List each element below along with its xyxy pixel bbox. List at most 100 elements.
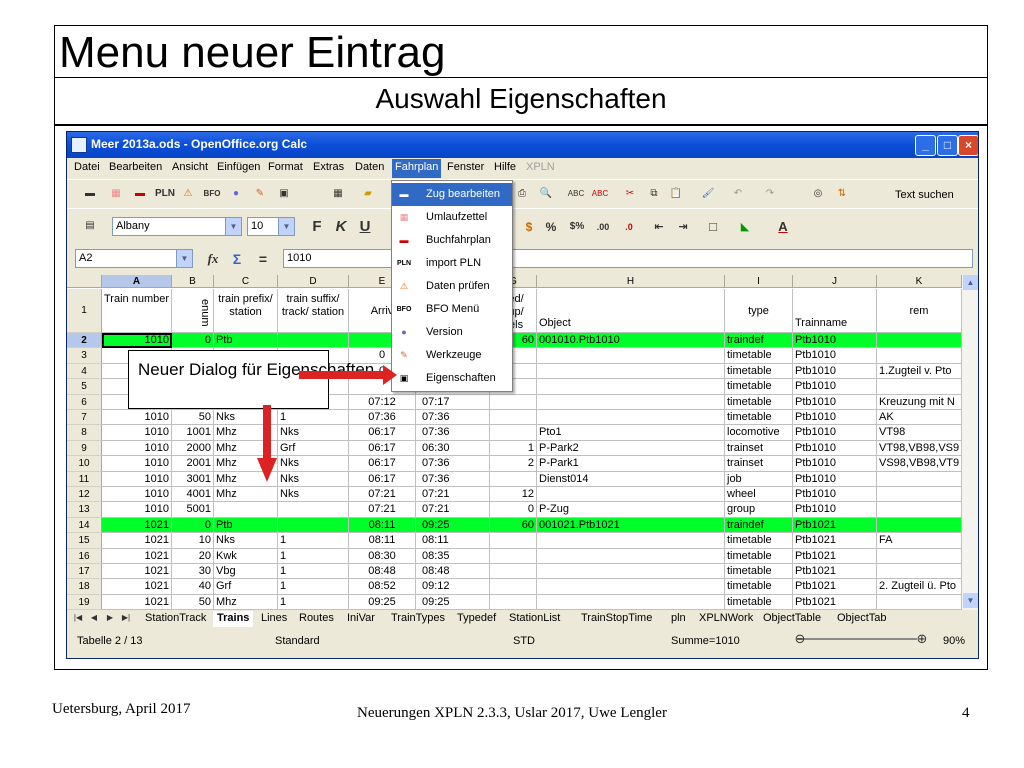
sheet-icon[interactable]: ▦: [107, 185, 125, 203]
table-cell[interactable]: 1021: [102, 517, 172, 534]
table-cell[interactable]: timetable: [725, 548, 793, 564]
table-cell[interactable]: [877, 564, 962, 580]
table-cell[interactable]: [537, 410, 725, 426]
sheet-tab[interactable]: ObjectTab: [833, 611, 891, 627]
table-cell[interactable]: [214, 502, 278, 518]
table-cell[interactable]: trainset: [725, 456, 793, 472]
table-cell[interactable]: [537, 379, 725, 395]
formula-input[interactable]: 1010: [283, 249, 973, 268]
scroll-up-icon[interactable]: ▲: [963, 275, 978, 290]
table-cell[interactable]: 07:21: [416, 502, 490, 518]
table-cell[interactable]: [877, 594, 962, 610]
sum-icon[interactable]: Σ: [227, 249, 247, 269]
table-cell[interactable]: 1010: [102, 487, 172, 503]
styles-icon[interactable]: ▤: [81, 217, 99, 235]
sheet-tab[interactable]: Lines: [257, 611, 291, 627]
table-cell[interactable]: 07:36: [416, 410, 490, 426]
table-cell[interactable]: [278, 517, 349, 534]
table-cell[interactable]: Dienst014: [537, 471, 725, 487]
table-cell[interactable]: Nks: [278, 456, 349, 472]
table-cell[interactable]: 1010: [102, 410, 172, 426]
table-cell[interactable]: 08:35: [416, 548, 490, 564]
menu-item-zug-bearbeiten[interactable]: ▬ Zug bearbeiten: [392, 183, 512, 206]
table-cell[interactable]: traindef: [725, 333, 793, 349]
table-cell[interactable]: 001010.Ptb1010: [537, 333, 725, 349]
table-cell[interactable]: Nks: [278, 487, 349, 503]
delete-decimal-icon[interactable]: .0: [619, 217, 639, 237]
table-cell[interactable]: [490, 471, 537, 487]
column-header[interactable]: B: [172, 275, 214, 288]
search-label[interactable]: Text suchen: [895, 189, 954, 201]
table-cell[interactable]: [877, 379, 962, 395]
table-cell[interactable]: 1: [278, 410, 349, 426]
row-header[interactable]: 2: [67, 333, 102, 349]
table-cell[interactable]: Ptb1010: [793, 456, 877, 472]
table-cell[interactable]: 07:21: [416, 487, 490, 503]
column-header[interactable]: K: [877, 275, 962, 288]
chevron-down-icon[interactable]: ▼: [176, 250, 192, 267]
table-cell[interactable]: Ptb1010: [793, 471, 877, 487]
table-cell[interactable]: Nks: [278, 471, 349, 487]
format-paintbrush-icon[interactable]: 🖌: [699, 185, 717, 203]
table-cell[interactable]: 07:36: [416, 456, 490, 472]
table-cell[interactable]: Ptb1010: [793, 410, 877, 426]
table-cell[interactable]: 1010: [102, 333, 172, 349]
table-cell[interactable]: 1: [278, 594, 349, 610]
row-header[interactable]: 13: [67, 502, 102, 518]
table-cell[interactable]: 09:12: [416, 579, 490, 595]
chevron-down-icon[interactable]: ▼: [278, 218, 294, 235]
table-cell[interactable]: timetable: [725, 564, 793, 580]
menu-item-eigenschaften[interactable]: ▣ Eigenschaften: [392, 367, 512, 390]
table-cell[interactable]: [490, 425, 537, 441]
chevron-down-icon[interactable]: ▼: [225, 218, 241, 235]
table-cell[interactable]: 08:11: [416, 533, 490, 549]
vertical-scrollbar[interactable]: ▲ ▼: [962, 275, 978, 610]
table-cell[interactable]: Ptb1021: [793, 594, 877, 610]
prev-sheet-icon[interactable]: ◀: [87, 610, 101, 625]
sheet-tab[interactable]: IniVar: [343, 611, 379, 627]
table-cell[interactable]: 08:48: [349, 564, 416, 580]
table-cell[interactable]: Ptb: [214, 517, 278, 534]
menu-item-buchfahrplan[interactable]: ▬ Buchfahrplan: [392, 229, 512, 252]
table-cell[interactable]: [490, 564, 537, 580]
close-button[interactable]: ×: [958, 135, 978, 156]
row-header[interactable]: 7: [67, 410, 102, 426]
table-cell[interactable]: Ptb1021: [793, 533, 877, 549]
select-all-corner[interactable]: [67, 275, 102, 288]
table-cell[interactable]: 50: [172, 594, 214, 610]
table-cell[interactable]: 06:17: [349, 440, 416, 457]
table-cell[interactable]: Ptb1010: [793, 440, 877, 457]
table-cell[interactable]: [877, 348, 962, 364]
menu-item-version[interactable]: ● Version: [392, 321, 512, 344]
table-cell[interactable]: Ptb1010: [793, 425, 877, 441]
table-cell[interactable]: 1021: [102, 579, 172, 595]
table-cell[interactable]: [537, 548, 725, 564]
column-header[interactable]: C: [214, 275, 278, 288]
spreadsheet-grid[interactable]: ABCDEFGHIJK1Train numberenumtrain prefix…: [67, 275, 962, 610]
page-style[interactable]: Standard: [275, 635, 320, 647]
train-red-icon[interactable]: ▬: [131, 185, 149, 203]
globe-icon[interactable]: ●: [227, 185, 245, 203]
table-cell[interactable]: 07:36: [349, 410, 416, 426]
menu-extras[interactable]: Extras: [313, 161, 344, 173]
table-cell[interactable]: 07:17: [416, 394, 490, 410]
sheet-tab[interactable]: StationTrack: [141, 611, 210, 627]
table-cell[interactable]: 1021: [102, 548, 172, 564]
sort-icon[interactable]: ⇅: [833, 185, 851, 203]
table-cell[interactable]: 0: [172, 517, 214, 534]
row-header[interactable]: 14: [67, 517, 102, 534]
row-header[interactable]: 3: [67, 348, 102, 364]
table-cell[interactable]: 08:52: [349, 579, 416, 595]
folder-icon[interactable]: ▰: [359, 185, 377, 203]
table-cell[interactable]: 07:12: [349, 394, 416, 410]
zoom-level[interactable]: 90%: [943, 635, 965, 647]
header-cell[interactable]: rem: [877, 289, 962, 333]
table-cell[interactable]: 1.Zugteil v. Pto: [877, 363, 962, 380]
table-cell[interactable]: timetable: [725, 348, 793, 364]
menu-einfuegen[interactable]: Einfügen: [217, 161, 260, 173]
header-cell[interactable]: Object: [537, 289, 725, 333]
spellcheck-icon[interactable]: ABC: [567, 185, 585, 203]
row-header[interactable]: 18: [67, 579, 102, 595]
row-header[interactable]: 1: [67, 289, 102, 333]
zoom-in-icon[interactable]: ⊕: [913, 630, 931, 648]
